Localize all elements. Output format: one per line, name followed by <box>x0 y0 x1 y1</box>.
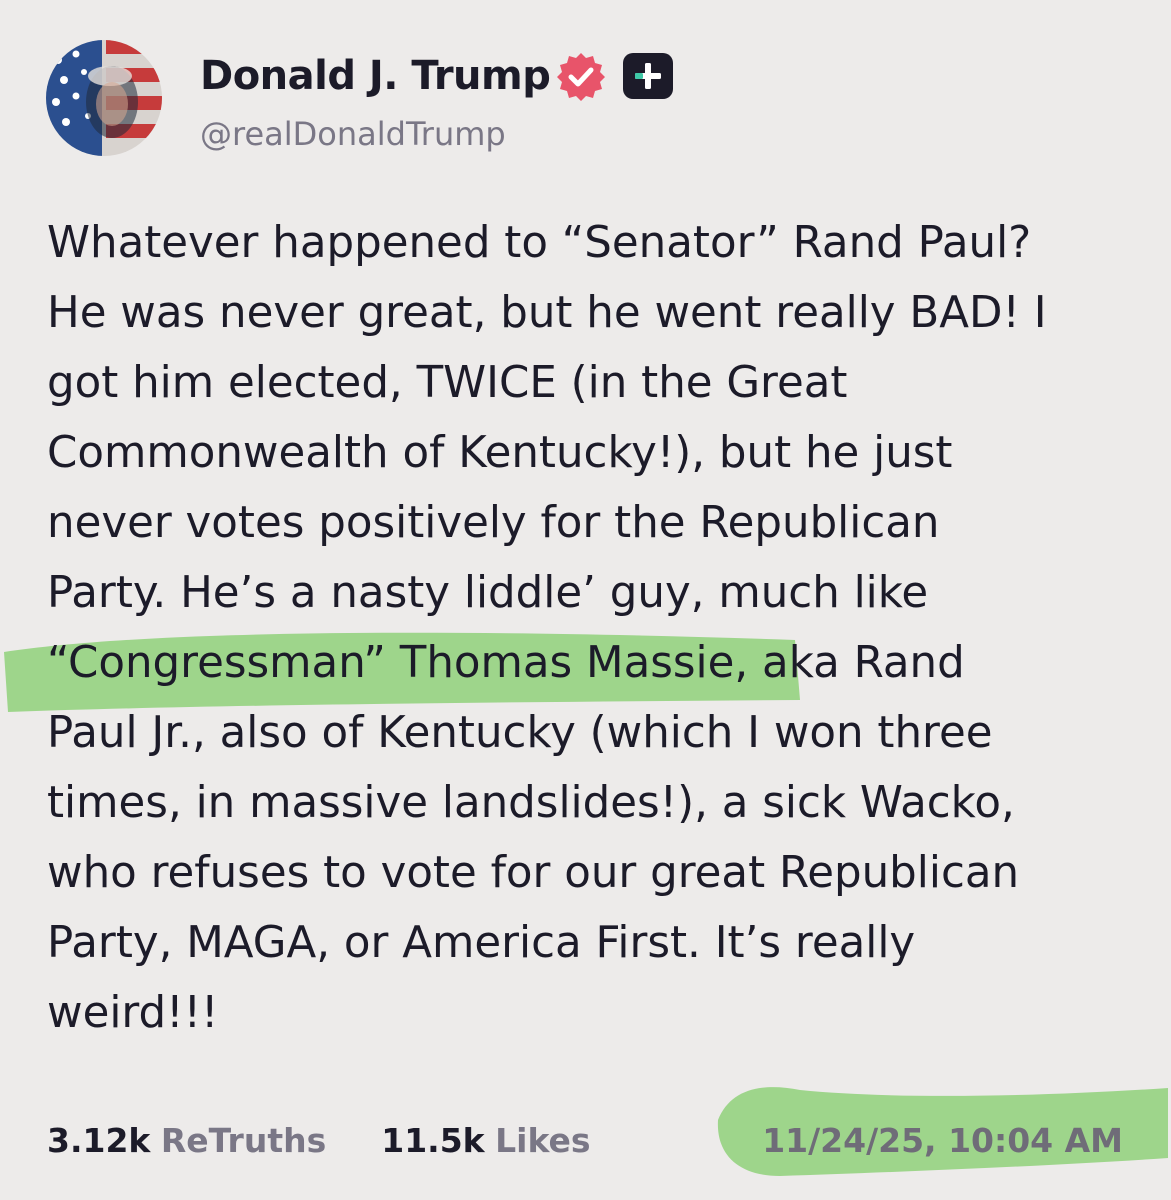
post-line: Commonwealth of Kentucky!), but he just <box>47 428 953 478</box>
post-timestamp[interactable]: 11/24/25, 10:04 AM <box>762 1118 1123 1164</box>
post-line: who refuses to vote for our great Republ… <box>47 848 1020 898</box>
post-body: Whatever happened to “Senator” Rand Paul… <box>47 208 1127 1048</box>
post-line: got him elected, TWICE (in the Great <box>47 358 848 408</box>
author-handle[interactable]: @realDonaldTrump <box>200 112 506 156</box>
post-line: He was never great, but he went really B… <box>47 288 1047 338</box>
likes-count: 11.5k <box>381 1121 485 1160</box>
plus-badge-icon <box>623 53 673 99</box>
post-line: weird!!! <box>47 988 219 1038</box>
author-display-name[interactable]: Donald J. Trump <box>200 50 551 102</box>
post-line: never votes positively for the Republica… <box>47 498 940 548</box>
retruths-label: ReTruths <box>160 1121 327 1160</box>
post-line: Party. He’s a nasty liddle’ guy, much li… <box>47 568 929 618</box>
post-stats: 3.12k ReTruths 11.5k Likes <box>47 1118 591 1164</box>
likes-stat[interactable]: 11.5k Likes <box>381 1121 590 1160</box>
likes-label: Likes <box>495 1121 591 1160</box>
post-line-highlighted: “Congressman” Thomas Massie, aka Rand <box>47 638 965 688</box>
retruths-stat[interactable]: 3.12k ReTruths <box>47 1121 337 1160</box>
avatar-image <box>46 40 162 156</box>
post-line: Whatever happened to “Senator” Rand Paul… <box>47 218 1032 268</box>
avatar[interactable] <box>46 40 162 156</box>
post-line: Paul Jr., also of Kentucky (which I won … <box>47 708 993 758</box>
verified-badge-icon <box>557 53 605 101</box>
post-line: Party, MAGA, or America First. It’s real… <box>47 918 916 968</box>
post-line: times, in massive landslides!), a sick W… <box>47 778 1015 828</box>
retruths-count: 3.12k <box>47 1121 151 1160</box>
